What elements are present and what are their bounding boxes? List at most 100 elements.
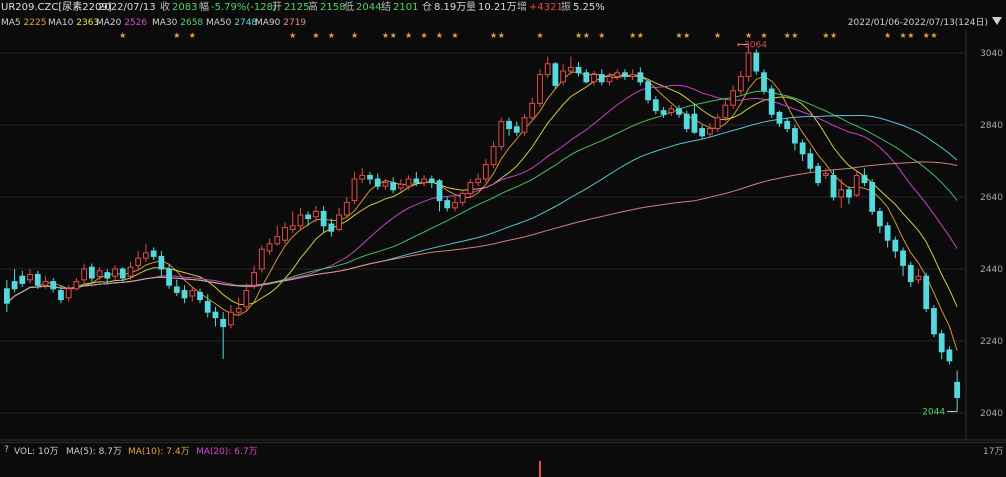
change-value: -5.79%(-128): [211, 2, 277, 13]
event-star-icon: ★: [351, 31, 358, 40]
event-star-icon: ★: [683, 31, 690, 40]
event-star-icon: ★: [830, 31, 837, 40]
symbol-name[interactable]: UR209.CZC[尿素2209]: [1, 0, 112, 16]
candle-body: [622, 72, 628, 77]
candle-body: [676, 108, 682, 115]
event-star-icon: ★: [791, 31, 798, 40]
candle-body: [730, 90, 736, 106]
candle-body: [737, 75, 744, 92]
date-range: 2022/01/06-2022/07/13(124日): [847, 18, 988, 28]
low-label: 低: [344, 2, 354, 13]
candle-body: [560, 70, 567, 83]
candle-body: [567, 66, 574, 72]
ma-legend-value: 2225: [23, 18, 47, 28]
candle-body: [876, 210, 883, 227]
event-star-icon: ★: [583, 31, 590, 40]
candle-body: [235, 308, 242, 313]
change-label: 幅: [199, 2, 209, 13]
candle-body: [521, 117, 528, 133]
candle-body: [637, 72, 644, 83]
open-value: 2125: [284, 2, 310, 13]
candle-body: [598, 74, 605, 83]
y-tick-label: 2240: [980, 337, 1003, 347]
candle-body: [544, 63, 551, 76]
candle-body: [482, 164, 489, 180]
candle-body: [336, 214, 342, 230]
event-star-icon: ★: [405, 31, 412, 40]
candle-body: [3, 288, 10, 304]
candle-body: [583, 72, 590, 83]
settle-label: 结: [381, 2, 391, 13]
event-star-icon: ★: [289, 31, 296, 40]
quote-header: UR209.CZC[尿素2209] 2022/07/13 收 2083 幅 -5…: [0, 0, 1006, 16]
event-star-icon: ★: [498, 31, 505, 40]
candle-body: [374, 178, 381, 187]
volume-ma10: MA(10): 7.4万: [128, 447, 190, 457]
candle-body: [42, 281, 49, 286]
candle-body: [251, 272, 257, 286]
candle-body: [243, 290, 250, 308]
vol-label: 量: [466, 2, 476, 13]
candle-body: [166, 268, 172, 286]
candle-body: [313, 210, 319, 218]
volume-ma5: MA(5): 8.7万: [66, 447, 122, 457]
candle-body: [452, 201, 458, 209]
quote-date: 2022/07/13: [98, 2, 156, 13]
candle-body: [289, 225, 296, 230]
candle-body: [722, 104, 729, 119]
candle-body: [65, 288, 72, 299]
y-tick-label: 3040: [980, 49, 1003, 59]
price-chart[interactable]: 304028402640244022402040★ ★ ★ ★ ★ ★ ★ ★ ★ ★ ★ ★ ★ ★ ★ ★…: [0, 0, 1006, 477]
candle-body: [212, 311, 219, 319]
candle-body: [629, 74, 636, 77]
ma-legend-name: MA5 2225: [1, 18, 47, 28]
candle-body: [846, 189, 852, 198]
candle-body: [189, 290, 196, 297]
candle-body: [938, 333, 945, 353]
candle-body: [506, 120, 512, 130]
event-star-icon: ★: [637, 31, 644, 40]
candle-body: [228, 311, 234, 326]
min-label: 2044: [922, 408, 945, 418]
candle-body: [768, 88, 775, 115]
candle-body: [614, 72, 621, 77]
candle-body: [81, 268, 88, 281]
candle-body: [606, 75, 613, 83]
candle-body: [58, 290, 64, 301]
event-star-icon: ★: [436, 31, 443, 40]
candle-body: [405, 178, 412, 187]
ma-legend-value: 2748: [234, 18, 258, 28]
close-value: 2083: [172, 2, 198, 13]
candle-body: [683, 113, 690, 130]
volume-axis-tick: 17万: [983, 447, 1004, 457]
vol-value: 10.21万: [478, 2, 517, 13]
range-dropdown-icon[interactable]: [992, 17, 1002, 25]
event-star-icon: ★: [598, 31, 605, 40]
event-star-icon: ★: [451, 31, 458, 40]
candle-body: [27, 273, 33, 281]
candle-body: [784, 120, 791, 130]
open-label: 开: [272, 2, 282, 13]
event-star-icon: ★: [899, 31, 906, 40]
candle-body: [552, 63, 559, 86]
candle-body: [181, 290, 188, 299]
candle-body: [691, 113, 698, 133]
candle-body: [305, 214, 312, 220]
event-star-icon: ★: [629, 31, 636, 40]
event-star-icon: ★: [382, 31, 389, 40]
candle-body: [266, 243, 273, 252]
y-tick-label: 2040: [980, 409, 1003, 419]
candle-body: [761, 72, 767, 92]
candle-body: [915, 275, 922, 281]
candle-body: [892, 239, 899, 252]
candle-body: [11, 281, 18, 290]
candle-body: [699, 128, 706, 137]
candle-body: [652, 99, 659, 112]
candle-body: [660, 110, 667, 115]
candle-body: [776, 111, 783, 124]
candle-body: [112, 268, 118, 277]
candle-body: [475, 178, 482, 184]
candle-body: [119, 268, 126, 279]
candle-body: [143, 252, 149, 259]
candle-body: [50, 281, 57, 290]
